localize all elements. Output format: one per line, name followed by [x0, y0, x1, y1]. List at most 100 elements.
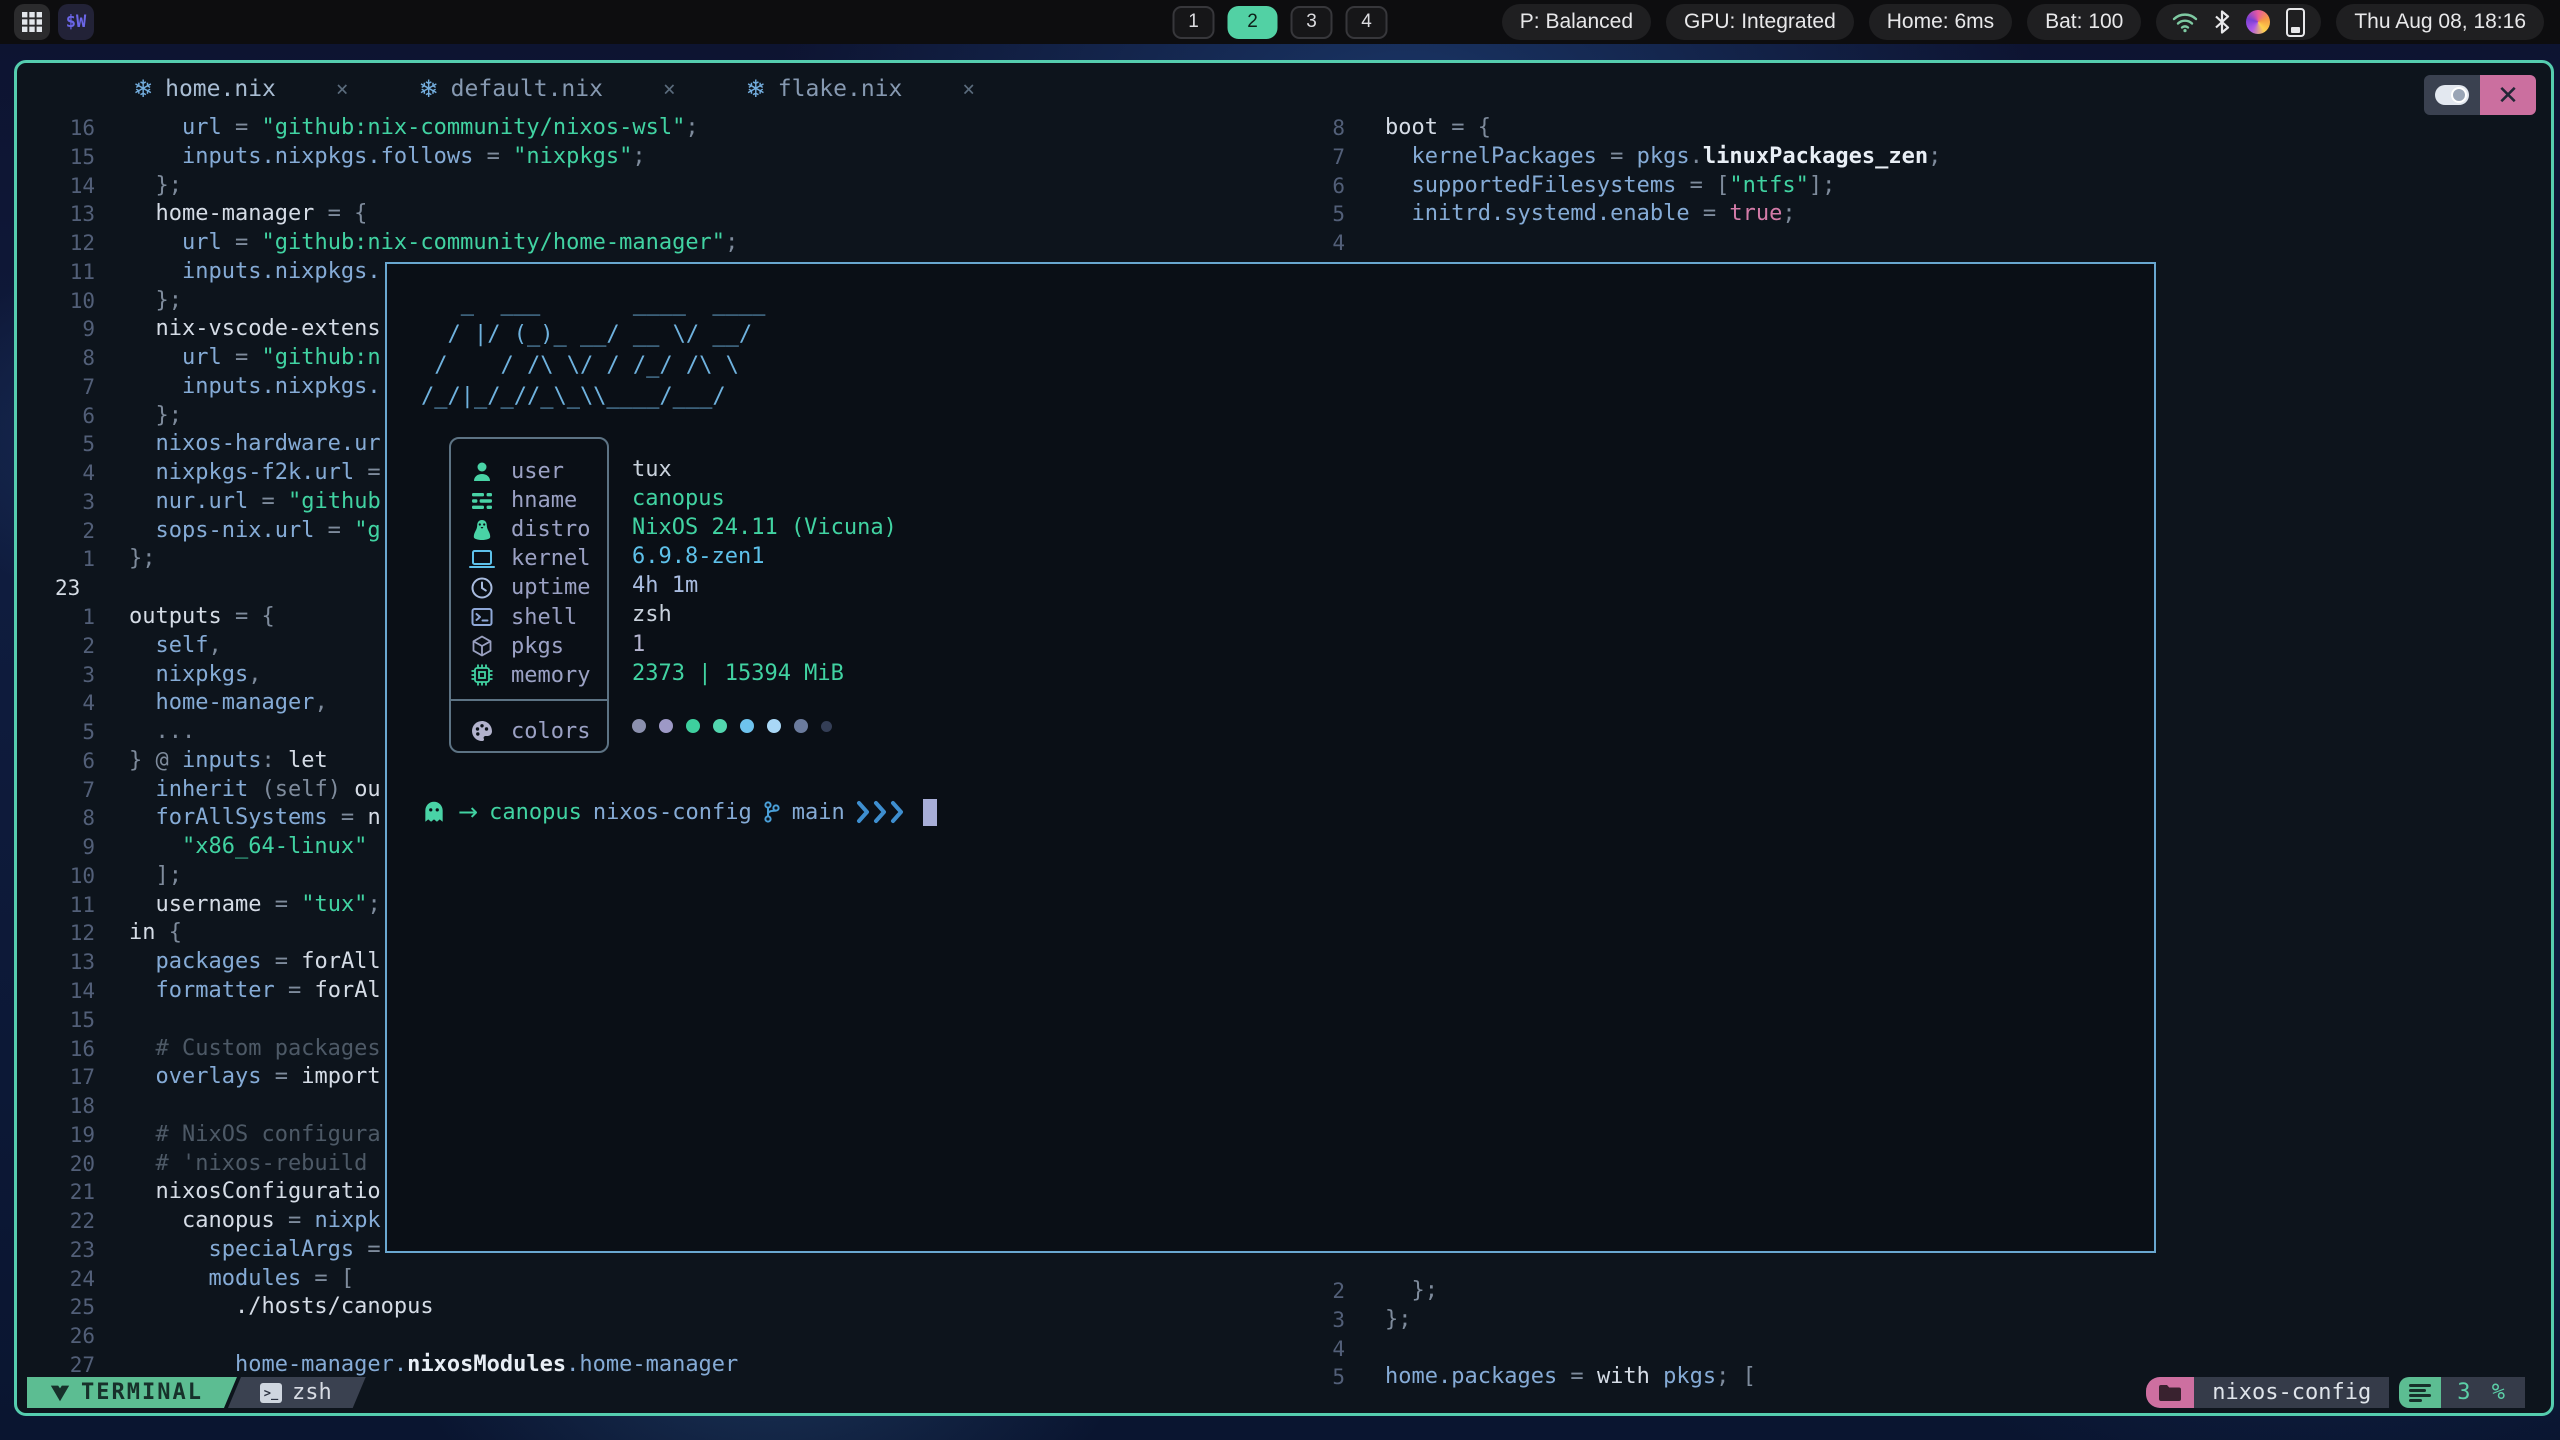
- current-line-number: 23: [17, 574, 95, 603]
- penguin-icon: [469, 517, 495, 543]
- phone-icon[interactable]: [2286, 8, 2305, 37]
- prompt-arrow: →: [458, 798, 478, 826]
- line-number: 17: [17, 1063, 95, 1092]
- line-number: 7: [1307, 143, 1345, 172]
- status-bar-right: nixos-config 3 %: [2146, 1377, 2525, 1408]
- line-number: 13: [17, 200, 95, 229]
- fetch-value-pkgs: 1: [632, 630, 897, 659]
- tab-flake.nix[interactable]: ❄flake.nix×: [746, 75, 975, 103]
- toggle-button[interactable]: [2424, 75, 2480, 115]
- workspace-button-3[interactable]: 3: [1291, 6, 1333, 39]
- color-dot: [767, 719, 781, 733]
- git-branch-icon: [763, 800, 781, 824]
- fetch-row-colors: colors: [451, 717, 607, 746]
- power-profile-pill[interactable]: P: Balanced: [1502, 4, 1651, 40]
- line-number: 14: [17, 977, 95, 1006]
- code-pane-right[interactable]: 8boot = {7 kernelPackages = pkgs.linuxPa…: [1307, 114, 1941, 258]
- fetch-row-uptime: uptime: [451, 573, 607, 602]
- fetch-label: distro: [511, 517, 590, 542]
- line-number: 14: [17, 172, 95, 201]
- workspace-button-4[interactable]: 4: [1346, 6, 1388, 39]
- line-number: 3: [1307, 1306, 1345, 1335]
- code-pane-right-bottom[interactable]: 2 };3};45home.packages = with pkgs; [: [1307, 1277, 1756, 1392]
- code-row: 13 home-manager = {: [17, 200, 738, 229]
- ping-pill[interactable]: Home: 6ms: [1869, 4, 2012, 40]
- line-number: 4: [17, 689, 95, 718]
- line-number: 24: [17, 1265, 95, 1294]
- shell-tab-zsh[interactable]: >_ zsh: [228, 1377, 366, 1408]
- mode-tab-terminal[interactable]: TERMINAL: [27, 1377, 237, 1408]
- tab-close-icon[interactable]: ×: [962, 77, 975, 101]
- code-row: 2 };: [1307, 1277, 1756, 1306]
- color-dot: [632, 719, 646, 733]
- line-number: 2: [17, 632, 95, 661]
- tab-bar: ❄home.nix× ❄default.nix× ❄flake.nix×: [133, 72, 975, 106]
- fetch-row-kernel: kernel: [451, 544, 607, 573]
- fetch-info-box: userhnamedistrokerneluptimeshellpkgsmemo…: [449, 437, 609, 753]
- prompt-dir: nixos-config: [593, 800, 752, 825]
- fetch-row-hname: hname: [451, 486, 607, 515]
- line-number: 16: [17, 114, 95, 143]
- line-number: 21: [17, 1178, 95, 1207]
- text-cursor: [923, 799, 937, 826]
- toggle-icon: [2435, 85, 2469, 105]
- line-number: 11: [17, 891, 95, 920]
- code-row: 4: [1307, 229, 1941, 258]
- line-number: 5: [17, 430, 95, 459]
- line-number: 6: [17, 402, 95, 431]
- folder-segment[interactable]: [2146, 1377, 2194, 1408]
- code-row: 14 };: [17, 172, 738, 201]
- line-number: 7: [17, 776, 95, 805]
- line-number: 22: [17, 1207, 95, 1236]
- sw-logo-button[interactable]: $W: [58, 4, 94, 40]
- system-tray: [2156, 4, 2321, 40]
- line-number: 4: [1307, 1335, 1345, 1364]
- code-row: 5 initrd.systemd.enable = true;: [1307, 200, 1941, 229]
- code-row: 8boot = {: [1307, 114, 1941, 143]
- wifi-icon[interactable]: [2172, 11, 2198, 33]
- terminal-overlay[interactable]: _ ___ ____ ____ / |/ (_)_ __/ __ \/ __/ …: [385, 262, 2156, 1253]
- scroll-segment[interactable]: [2399, 1377, 2441, 1408]
- line-number: 23: [17, 1236, 95, 1265]
- color-dot: [713, 719, 727, 733]
- workspace-switcher: 1234: [1173, 0, 1388, 44]
- fetch-label: shell: [511, 605, 577, 630]
- fetch-row-memory: memory: [451, 661, 607, 690]
- color-dot: [686, 719, 700, 733]
- nix-snowflake-icon: ❄: [419, 75, 439, 103]
- tab-home.nix[interactable]: ❄home.nix×: [133, 75, 349, 103]
- bluetooth-icon[interactable]: [2214, 10, 2230, 34]
- prompt-branch: main: [792, 800, 845, 825]
- line-number: 1: [17, 603, 95, 632]
- palette-icon: [469, 718, 495, 744]
- workspace-button-2[interactable]: 2: [1228, 6, 1278, 39]
- line-number: 18: [17, 1092, 95, 1121]
- line-number: 8: [17, 344, 95, 373]
- tab-close-icon[interactable]: ×: [336, 77, 349, 101]
- mode-label: TERMINAL: [81, 1380, 203, 1405]
- clock-pill[interactable]: Thu Aug 08, 18:16: [2336, 4, 2544, 40]
- divider: [451, 699, 607, 701]
- tab-close-icon[interactable]: ×: [663, 77, 676, 101]
- color-dot: [659, 719, 673, 733]
- code-row: 24 modules = [: [17, 1265, 738, 1294]
- terminal-icon: >_: [260, 1383, 282, 1403]
- tab-default.nix[interactable]: ❄default.nix×: [419, 75, 676, 103]
- gpu-pill[interactable]: GPU: Integrated: [1666, 4, 1854, 40]
- terminal-color-dots: [632, 719, 832, 733]
- fetch-label: uptime: [511, 575, 590, 600]
- fetch-value-uptime: 4h 1m: [632, 571, 897, 600]
- window-close-button[interactable]: ✕: [2480, 75, 2536, 115]
- workspace-button-1[interactable]: 1: [1173, 6, 1215, 39]
- color-dot: [794, 719, 808, 733]
- line-number: 5: [17, 718, 95, 747]
- nix-snowflake-icon: ❄: [133, 75, 153, 103]
- code-row: 12 url = "github:nix-community/home-mana…: [17, 229, 738, 258]
- line-number: 25: [17, 1293, 95, 1322]
- line-number: 3: [17, 661, 95, 690]
- color-wheel-icon[interactable]: [2246, 10, 2270, 34]
- fetch-row-shell: shell: [451, 602, 607, 631]
- fetch-value-user: tux: [632, 455, 897, 484]
- battery-pill[interactable]: Bat: 100: [2027, 4, 2141, 40]
- app-launcher-button[interactable]: [14, 4, 50, 40]
